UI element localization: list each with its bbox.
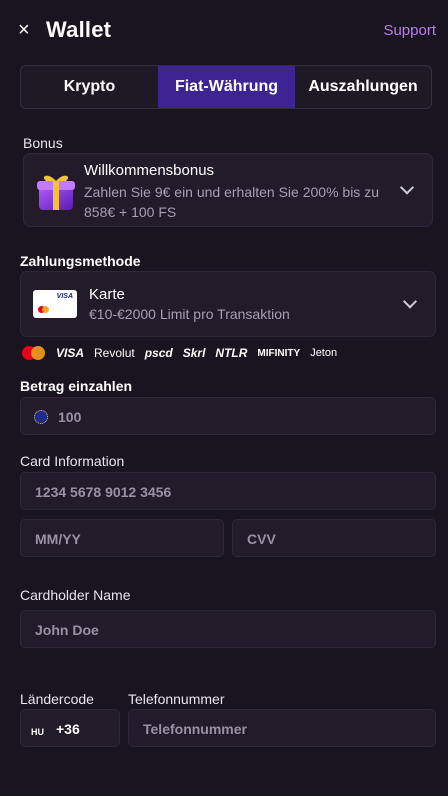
revolut-logo: Revolut bbox=[94, 346, 135, 360]
country-code-value: +36 bbox=[56, 721, 80, 737]
cardholder-input[interactable]: John Doe bbox=[20, 610, 436, 648]
amount-value: 100 bbox=[58, 409, 82, 425]
page-title: Wallet bbox=[46, 17, 112, 42]
country-flag: HU bbox=[31, 727, 44, 737]
close-icon[interactable]: × bbox=[18, 20, 30, 40]
bonus-label: Bonus bbox=[23, 135, 63, 151]
support-link[interactable]: Support bbox=[383, 22, 436, 39]
phone-label: Telefonnummer bbox=[128, 691, 225, 707]
bonus-title: Willkommensbonus bbox=[84, 162, 215, 179]
paysafecard-logo: pscd bbox=[144, 346, 173, 360]
cvv-input[interactable]: CVV bbox=[232, 519, 436, 557]
country-code-label: Ländercode bbox=[20, 691, 94, 707]
header: × Wallet Support bbox=[0, 0, 448, 62]
cardholder-label: Cardholder Name bbox=[20, 587, 131, 603]
amount-input[interactable]: 100 bbox=[20, 397, 436, 435]
provider-logos: VISA Revolut pscd Skrl NTLR MIFINITY Jet… bbox=[22, 343, 337, 363]
expiry-input[interactable]: MM/YY bbox=[20, 519, 224, 557]
payment-method-select[interactable]: VISA Karte €10-€2000 Limit pro Transakti… bbox=[20, 271, 436, 337]
neteller-logo: NTLR bbox=[215, 346, 248, 360]
country-code-select[interactable]: HU +36 bbox=[20, 709, 120, 747]
mastercard-icon bbox=[22, 346, 46, 360]
visa-logo: VISA bbox=[56, 346, 85, 360]
payment-tabs: Krypto Fiat-Währung Auszahlungen bbox=[20, 65, 432, 109]
jeton-logo: Jeton bbox=[310, 347, 338, 359]
gift-icon bbox=[37, 175, 75, 210]
card-number-input[interactable]: 1234 5678 9012 3456 bbox=[20, 472, 436, 510]
chevron-down-icon bbox=[402, 294, 418, 309]
euro-flag-icon bbox=[34, 410, 48, 424]
amount-label: Betrag einzahlen bbox=[20, 378, 133, 394]
chevron-down-icon bbox=[399, 180, 415, 195]
bonus-description: Zahlen Sie 9€ ein und erhalten Sie 200% … bbox=[84, 184, 379, 220]
mifinity-logo: MIFINITY bbox=[257, 347, 301, 359]
tab-auszahlungen[interactable]: Auszahlungen bbox=[295, 66, 431, 108]
tab-fiat[interactable]: Fiat-Währung bbox=[158, 66, 295, 108]
phone-input[interactable]: Telefonnummer bbox=[128, 709, 436, 747]
card-icon: VISA bbox=[33, 290, 77, 318]
payment-method-limits: €10-€2000 Limit pro Transaktion bbox=[89, 306, 290, 322]
payment-method-title: Karte bbox=[89, 286, 125, 303]
bonus-select[interactable]: Willkommensbonus Zahlen Sie 9€ ein und e… bbox=[23, 153, 433, 227]
card-info-label: Card Information bbox=[20, 453, 125, 469]
tab-krypto[interactable]: Krypto bbox=[21, 66, 158, 108]
payment-method-label: Zahlungsmethode bbox=[20, 253, 141, 269]
skrill-logo: Skrl bbox=[182, 346, 206, 360]
